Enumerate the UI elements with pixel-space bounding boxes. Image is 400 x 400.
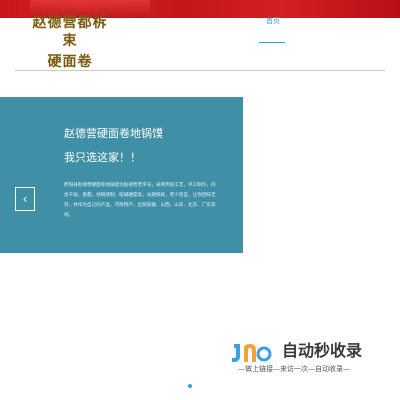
watermark: 自动秒收录 —做上链接—来访一次—自动收录— [230,340,390,376]
banner-subtitle: 我只选这家！！ [64,151,141,164]
nav-active-underline [259,42,285,43]
logo-line-2: 硬面卷 [47,54,93,70]
hero-banner: 赵德营硬面卷地锅馍 我只选这家！！ 原阳县赵德营硬面卷地锅馍为赵德营老字号，采用… [0,97,243,253]
site-logo[interactable]: 赵德营都柝束 硬面卷 [30,12,110,70]
watermark-logo-icon [232,344,272,362]
banner-prev-button[interactable]: ‹ [15,187,35,211]
header-divider [15,70,385,71]
chevron-left-icon: ‹ [22,192,28,206]
banner-title: 赵德营硬面卷地锅馍 [64,127,163,140]
logo-line-1: 赵德营都柝束 [32,15,108,49]
nav-item-home[interactable]: 首页 [262,16,284,42]
watermark-title: 自动秒收录 [282,341,363,360]
banner-description: 原阳县赵德营硬面卷地锅馍为赵德营老字号，采用传统工艺，手工制作，内含千层，香甜，… [64,183,216,218]
carousel-dot[interactable] [188,384,192,388]
watermark-slogan: —做上链接—来访一次—自动收录— [238,365,350,373]
